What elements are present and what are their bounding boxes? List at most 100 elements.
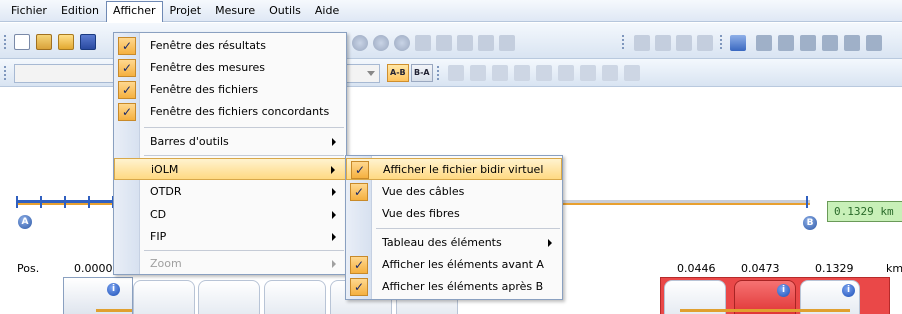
menu-edition[interactable]: Edition: [54, 1, 106, 21]
file-combo[interactable]: [14, 64, 118, 83]
toolbar-grip-4[interactable]: [4, 66, 7, 80]
menu-item-fenetre-mesures[interactable]: ✓ Fenêtre des mesures: [114, 57, 346, 79]
marker-b[interactable]: B: [803, 216, 817, 230]
b-a-button[interactable]: B-A: [411, 64, 433, 82]
submenu-arrow-icon: [332, 233, 336, 241]
checkmark-icon: ✓: [118, 103, 136, 121]
submenu-arrow-icon: [548, 239, 552, 247]
lock-a-icon[interactable]: [676, 35, 692, 51]
menu-separator: [144, 250, 344, 251]
menu-item-cd[interactable]: CD: [114, 204, 346, 226]
menu-mesure[interactable]: Mesure: [208, 1, 262, 21]
submenu-arrow-icon: [332, 188, 336, 196]
table-icon[interactable]: [778, 35, 794, 51]
info-icon[interactable]: i: [777, 284, 790, 297]
chevron-down-icon: [367, 71, 375, 76]
print-icon[interactable]: [756, 35, 772, 51]
menu-fichier[interactable]: Fichier: [4, 1, 54, 21]
marker-a2-icon[interactable]: [499, 35, 515, 51]
pan-icon[interactable]: [415, 35, 431, 51]
submenu-arrow-icon: [332, 260, 336, 268]
trace-tick: [64, 196, 66, 208]
event-1-icon[interactable]: [448, 65, 464, 81]
menu-item-iolm[interactable]: iOLM: [114, 158, 346, 180]
menu-aide[interactable]: Aide: [308, 1, 346, 21]
menu-item-tableau-elements[interactable]: Tableau des éléments: [346, 232, 562, 254]
menu-item-fip[interactable]: FIP: [114, 226, 346, 248]
event-7-icon[interactable]: [580, 65, 596, 81]
afficher-menu: ✓ Fenêtre des résultats ✓ Fenêtre des me…: [113, 32, 347, 275]
menu-item-vue-fibres[interactable]: Vue des fibres: [346, 203, 562, 225]
menu-item-label: Tableau des éléments: [382, 236, 502, 249]
menu-afficher[interactable]: Afficher: [106, 1, 163, 22]
open-folder-icon[interactable]: [58, 34, 74, 50]
lock-icon[interactable]: [655, 35, 671, 51]
menu-item-label: Afficher le fichier bidir virtuel: [383, 163, 544, 176]
menu-item-elements-avant-a[interactable]: ✓ Afficher les éléments avant A: [346, 254, 562, 276]
menu-item-fenetre-fichiers[interactable]: ✓ Fenêtre des fichiers: [114, 79, 346, 101]
menu-item-bidir-virtuel[interactable]: ✓ Afficher le fichier bidir virtuel: [346, 158, 562, 180]
toolbar-grip-2[interactable]: [622, 35, 625, 49]
zoom-out-icon[interactable]: [394, 35, 410, 51]
toolbar-grip[interactable]: [4, 35, 7, 49]
pos-start-value: 0.0000: [74, 262, 113, 275]
iolm-submenu: ✓ Afficher le fichier bidir virtuel ✓ Vu…: [345, 155, 563, 300]
marker-a[interactable]: A: [18, 215, 32, 229]
event-8-icon[interactable]: [602, 65, 618, 81]
document-icon[interactable]: [844, 35, 860, 51]
menu-item-label: iOLM: [151, 163, 179, 176]
zoom-area-icon[interactable]: [373, 35, 389, 51]
lock-b-icon[interactable]: [697, 35, 713, 51]
toolbar-grip-3[interactable]: [720, 35, 723, 49]
zoom-in-icon[interactable]: [352, 35, 368, 51]
span-icon[interactable]: [634, 35, 650, 51]
trace-combo[interactable]: [346, 64, 380, 83]
trace-fiber-line: [560, 203, 810, 205]
save-icon[interactable]: [80, 34, 96, 50]
info-icon[interactable]: i: [842, 284, 855, 297]
report-icon[interactable]: [730, 35, 746, 51]
event-2-icon[interactable]: [470, 65, 486, 81]
trace-tick: [88, 196, 90, 208]
event-3-icon[interactable]: [492, 65, 508, 81]
menu-item-vue-cables[interactable]: ✓ Vue des câbles: [346, 181, 562, 203]
toolbar-grip-5[interactable]: [437, 66, 440, 80]
edit-icon[interactable]: [800, 35, 816, 51]
menu-item-fenetre-fichiers-concordants[interactable]: ✓ Fenêtre des fichiers concordants: [114, 101, 346, 123]
pos-unit: km: [886, 262, 902, 275]
pos-label: Pos.: [17, 262, 40, 275]
menu-item-label: OTDR: [150, 185, 182, 198]
menu-outils[interactable]: Outils: [262, 1, 308, 21]
a-b-button[interactable]: A-B: [387, 64, 409, 82]
menu-item-label: Fenêtre des fichiers: [150, 83, 259, 96]
element-card[interactable]: [264, 280, 326, 314]
menu-separator: [376, 228, 560, 229]
event-5-icon[interactable]: [536, 65, 552, 81]
menu-item-barres-outils[interactable]: Barres d'outils: [114, 131, 346, 153]
menu-item-fenetre-resultats[interactable]: ✓ Fenêtre des résultats: [114, 35, 346, 57]
event-6-icon[interactable]: [558, 65, 574, 81]
checkmark-icon: ✓: [118, 81, 136, 99]
checkmark-icon: ✓: [350, 278, 368, 296]
menu-item-label: CD: [150, 208, 167, 221]
fit-view-icon[interactable]: [436, 35, 452, 51]
menu-item-otdr[interactable]: OTDR: [114, 181, 346, 203]
open-project-icon[interactable]: [36, 34, 52, 50]
checkmark-icon: ✓: [118, 37, 136, 55]
menu-item-label: Fenêtre des fichiers concordants: [150, 105, 330, 118]
marker-a1-icon[interactable]: [478, 35, 494, 51]
menu-item-elements-apres-b[interactable]: ✓ Afficher les éléments après B: [346, 276, 562, 298]
menu-projet[interactable]: Projet: [163, 1, 209, 21]
pos-value: 0.0473: [741, 262, 780, 275]
event-9-icon[interactable]: [624, 65, 640, 81]
filter-icon[interactable]: [822, 35, 838, 51]
element-card[interactable]: [198, 280, 260, 314]
new-file-icon[interactable]: [14, 34, 30, 50]
layout-icon[interactable]: [866, 35, 882, 51]
menu-item-label: Afficher les éléments avant A: [382, 258, 544, 271]
element-card[interactable]: [133, 280, 195, 314]
event-4-icon[interactable]: [514, 65, 530, 81]
grid-icon[interactable]: [457, 35, 473, 51]
info-icon[interactable]: i: [107, 283, 120, 296]
menu-item-label: Afficher les éléments après B: [382, 280, 544, 293]
